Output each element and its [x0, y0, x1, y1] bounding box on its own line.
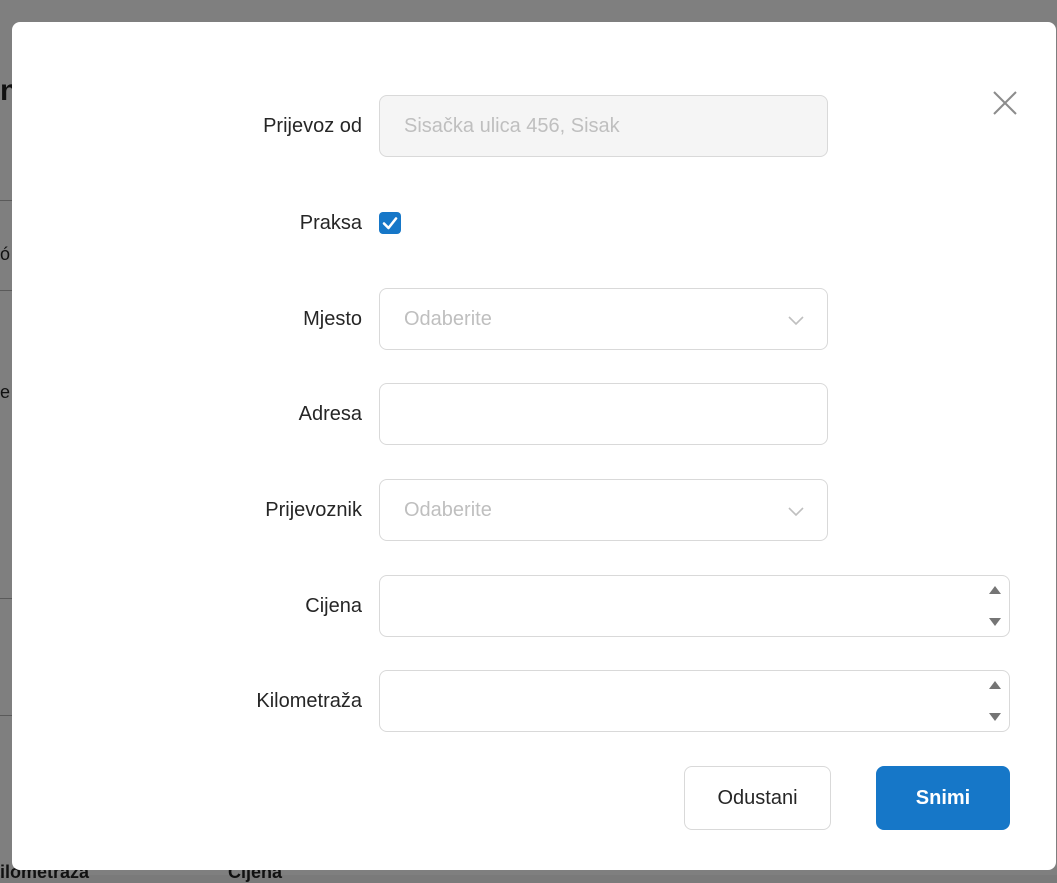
- triangle-up-icon[interactable]: [988, 585, 1002, 595]
- praksa-label: Praksa: [299, 212, 362, 234]
- chevron-down-icon: [788, 507, 804, 517]
- prijevoz-od-value: Sisačka ulica 456, Sisak: [404, 115, 620, 137]
- prijevoz-od-input[interactable]: Sisačka ulica 456, Sisak: [379, 95, 828, 157]
- background-text-fragment: ó: [0, 244, 11, 264]
- prijevoznik-select[interactable]: Odaberite: [379, 479, 828, 541]
- background-divider: [0, 200, 12, 201]
- save-button[interactable]: Snimi: [876, 766, 1010, 830]
- triangle-up-icon[interactable]: [988, 680, 1002, 690]
- triangle-down-icon[interactable]: [988, 617, 1002, 627]
- prijevoz-od-label: Prijevoz od: [263, 115, 362, 137]
- mjesto-placeholder: Odaberite: [404, 308, 492, 330]
- close-icon: [993, 91, 1017, 115]
- background-divider: [0, 290, 12, 291]
- form-row-praksa: Praksa: [12, 192, 362, 254]
- triangle-down-icon[interactable]: [988, 712, 1002, 722]
- background-text-fragment: e: [0, 382, 11, 402]
- cijena-label: Cijena: [305, 595, 362, 617]
- form-row-adresa: Adresa: [12, 383, 362, 445]
- form-row-prijevoznik: Prijevoznik: [12, 479, 362, 541]
- cijena-stepper[interactable]: [979, 576, 1009, 636]
- kilometraza-stepper[interactable]: [979, 671, 1009, 731]
- mjesto-select[interactable]: Odaberite: [379, 288, 828, 350]
- prijevoznik-placeholder: Odaberite: [404, 499, 492, 521]
- form-row-mjesto: Mjesto: [12, 288, 362, 350]
- mjesto-label: Mjesto: [303, 308, 362, 330]
- checkmark-icon: [382, 217, 398, 230]
- form-row-cijena: Cijena: [12, 575, 362, 637]
- adresa-input[interactable]: [379, 383, 828, 445]
- transport-modal: Prijevoz od Sisačka ulica 456, Sisak Pra…: [12, 22, 1056, 870]
- prijevoznik-label: Prijevoznik: [265, 499, 362, 521]
- kilometraza-number-input[interactable]: [379, 670, 1010, 732]
- adresa-label: Adresa: [298, 403, 362, 425]
- cancel-button[interactable]: Odustani: [684, 766, 831, 830]
- background-divider: [0, 598, 12, 599]
- praksa-checkbox[interactable]: [379, 212, 401, 234]
- close-button[interactable]: [990, 88, 1020, 118]
- kilometraza-label: Kilometraža: [256, 690, 362, 712]
- form-row-kilometraza: Kilometraža: [12, 670, 362, 732]
- cijena-number-input[interactable]: [379, 575, 1010, 637]
- chevron-down-icon: [788, 316, 804, 326]
- background-divider: [0, 715, 12, 716]
- form-row-prijevoz-od: Prijevoz od: [12, 95, 362, 157]
